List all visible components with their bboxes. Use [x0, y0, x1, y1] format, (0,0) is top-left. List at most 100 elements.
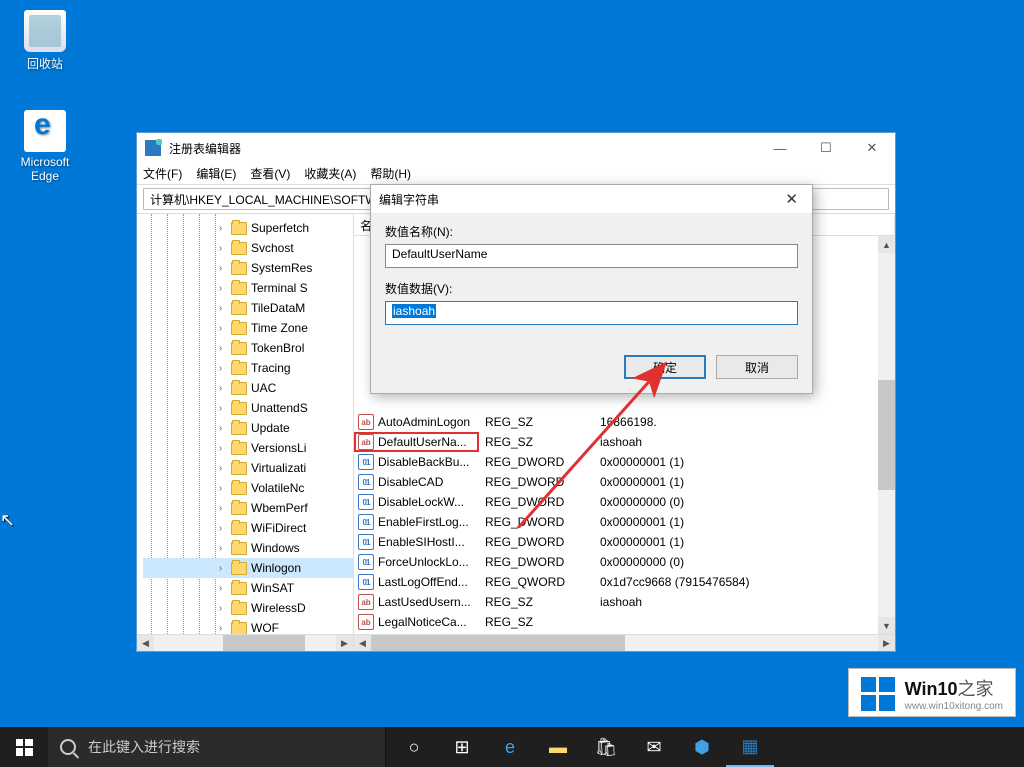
tree-node[interactable]: ›Virtualizati [143, 458, 353, 478]
taskbar-mail-icon[interactable]: ✉ [630, 727, 678, 767]
value-name: EnableSIHostI... [378, 535, 465, 549]
tree-node[interactable]: ›WOF [143, 618, 353, 634]
taskbar-explorer-icon[interactable]: ▬ [534, 727, 582, 767]
start-button[interactable] [0, 727, 48, 767]
expander-icon[interactable]: › [215, 363, 226, 374]
desktop-edge[interactable]: Microsoft Edge [10, 110, 80, 183]
close-button[interactable]: ✕ [849, 133, 895, 163]
maximize-button[interactable]: ☐ [803, 133, 849, 163]
expander-icon[interactable]: › [215, 423, 226, 434]
list-vscrollbar[interactable]: ▲▼ [878, 236, 895, 634]
value-row[interactable]: DisableBackBu...REG_DWORD0x00000001 (1) [354, 452, 895, 472]
value-row[interactable]: DefaultUserNa...REG_SZiashoah [354, 432, 895, 452]
value-row[interactable]: LastLogOffEnd...REG_QWORD0x1d7cc9668 (79… [354, 572, 895, 592]
value-row[interactable]: EnableFirstLog...REG_DWORD0x00000001 (1) [354, 512, 895, 532]
expander-icon[interactable]: › [215, 603, 226, 614]
tree-node[interactable]: ›Superfetch [143, 218, 353, 238]
expander-icon[interactable]: › [215, 343, 226, 354]
tree-node[interactable]: ›TileDataM [143, 298, 353, 318]
folder-icon [231, 462, 247, 475]
tree-node[interactable]: ›Tracing [143, 358, 353, 378]
expander-icon[interactable]: › [215, 383, 226, 394]
ok-button[interactable]: 确定 [624, 355, 706, 379]
dialog-close-button[interactable]: ✕ [779, 190, 804, 208]
menu-view[interactable]: 查看(V) [250, 165, 290, 182]
value-row[interactable]: ForceUnlockLo...REG_DWORD0x00000000 (0) [354, 552, 895, 572]
dialog-titlebar[interactable]: 编辑字符串 ✕ [371, 185, 812, 213]
tree-node[interactable]: ›Update [143, 418, 353, 438]
expander-icon[interactable]: › [215, 543, 226, 554]
expander-icon[interactable]: › [215, 303, 226, 314]
tree-node[interactable]: › UnattendS [143, 398, 353, 418]
value-row[interactable]: EnableSIHostI...REG_DWORD0x00000001 (1) [354, 532, 895, 552]
expander-icon[interactable]: › [215, 243, 226, 254]
value-type-icon [358, 574, 374, 590]
taskbar-store-icon[interactable]: 🛍 [582, 727, 630, 767]
folder-icon [231, 562, 247, 575]
folder-icon [231, 502, 247, 515]
taskview-icon[interactable]: ⊞ [438, 727, 486, 767]
value-name-field[interactable]: DefaultUserName [385, 244, 798, 268]
expander-icon[interactable]: › [215, 283, 226, 294]
value-row[interactable]: LegalNoticeCa...REG_SZ [354, 612, 895, 632]
value-type-icon [358, 434, 374, 450]
tree-label: WbemPerf [251, 501, 308, 515]
tree-node[interactable]: › WbemPerf [143, 498, 353, 518]
tree-node[interactable]: ›TokenBrol [143, 338, 353, 358]
tree-node[interactable]: ›SystemRes [143, 258, 353, 278]
tree-node[interactable]: ›WiFiDirect [143, 518, 353, 538]
value-row[interactable]: DisableLockW...REG_DWORD0x00000000 (0) [354, 492, 895, 512]
tree-node[interactable]: ›Winlogon [143, 558, 353, 578]
tree-node[interactable]: ›Svchost [143, 238, 353, 258]
value-row[interactable]: DisableCADREG_DWORD0x00000001 (1) [354, 472, 895, 492]
watermark-logo-icon [861, 677, 895, 711]
expander-icon[interactable]: › [215, 523, 226, 534]
list-hscrollbar[interactable]: ◀▶ [354, 634, 895, 651]
expander-icon[interactable]: › [215, 263, 226, 274]
taskbar-search[interactable]: 在此键入进行搜索 [48, 727, 386, 767]
menu-help[interactable]: 帮助(H) [370, 165, 411, 182]
dialog-title: 编辑字符串 [379, 191, 439, 208]
folder-icon [231, 602, 247, 615]
expander-icon[interactable]: › [215, 503, 226, 514]
expander-icon[interactable]: › [215, 623, 226, 634]
value-name: DisableCAD [378, 475, 443, 489]
desktop-recycle-bin[interactable]: 回收站 [10, 10, 80, 72]
value-type-icon [358, 414, 374, 430]
value-data-field[interactable]: iashoah [385, 301, 798, 325]
tree-node[interactable]: ›UAC [143, 378, 353, 398]
cortana-icon[interactable]: ○ [390, 727, 438, 767]
menu-fav[interactable]: 收藏夹(A) [304, 165, 356, 182]
expander-icon[interactable]: › [215, 583, 226, 594]
cancel-button[interactable]: 取消 [716, 355, 798, 379]
tree-node[interactable]: ›WinSAT [143, 578, 353, 598]
recycle-bin-icon [24, 10, 66, 52]
regedit-titlebar[interactable]: 注册表编辑器 — ☐ ✕ [137, 133, 895, 163]
tree-hscrollbar[interactable]: ◀▶ [137, 634, 353, 651]
menu-file[interactable]: 文件(F) [143, 165, 182, 182]
value-row[interactable]: LegalNoticeTextREG_SZ [354, 632, 895, 634]
tree-node[interactable]: ›Windows [143, 538, 353, 558]
expander-icon[interactable]: › [215, 563, 226, 574]
tree-label: UnattendS [251, 401, 308, 415]
tree-node[interactable]: ›WirelessD [143, 598, 353, 618]
expander-icon[interactable]: › [215, 483, 226, 494]
tree-node[interactable]: ›VolatileNc [143, 478, 353, 498]
expander-icon[interactable]: › [215, 403, 226, 414]
tree-node[interactable]: ›VersionsLi [143, 438, 353, 458]
expander-icon[interactable]: › [215, 323, 226, 334]
tree-node[interactable]: ›Terminal S [143, 278, 353, 298]
expander-icon[interactable]: › [215, 463, 226, 474]
registry-tree[interactable]: ›Superfetch›Svchost›SystemRes›Terminal S… [137, 214, 353, 634]
taskbar-app-icon[interactable]: ⬢ [678, 727, 726, 767]
value-row[interactable]: LastUsedUsern...REG_SZiashoah [354, 592, 895, 612]
taskbar-regedit-icon[interactable]: ▦ [726, 727, 774, 767]
minimize-button[interactable]: — [757, 133, 803, 163]
value-row[interactable]: AutoAdminLogonREG_SZ16866198. [354, 412, 895, 432]
search-placeholder: 在此键入进行搜索 [88, 737, 200, 757]
expander-icon[interactable]: › [215, 443, 226, 454]
expander-icon[interactable]: › [215, 223, 226, 234]
taskbar-edge-icon[interactable]: e [486, 727, 534, 767]
tree-node[interactable]: ›Time Zone [143, 318, 353, 338]
menu-edit[interactable]: 编辑(E) [196, 165, 236, 182]
